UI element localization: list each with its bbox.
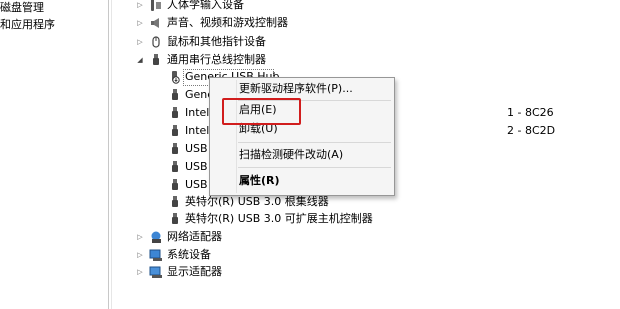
usb-plug-icon: [153, 54, 159, 65]
nav-item-disk-management[interactable]: 磁盘管理: [0, 0, 44, 16]
system-device-icon: [149, 249, 162, 261]
usb-plug-icon: [172, 196, 178, 207]
network-adapter-icon: [151, 231, 161, 243]
tree-label-suffix: 2 - 8C2D: [507, 124, 556, 137]
usb-plug-icon: [172, 213, 178, 224]
tree-label-usb-device: USB: [185, 178, 208, 191]
nav-item-apps[interactable]: 和应用程序: [0, 17, 55, 33]
tree-label-usb-device: USB: [185, 160, 208, 173]
context-menu: 更新驱动程序软件(P)... 启用(E) 卸载(U) 扫描检测硬件改动(A) 属…: [209, 77, 395, 196]
left-nav-pane: 磁盘管理 和应用程序: [0, 0, 108, 309]
usb-plug-icon: [172, 179, 178, 190]
keyboard-icon: [151, 0, 161, 11]
menu-separator: [238, 142, 391, 143]
disabled-usb-hub-icon: [172, 71, 180, 84]
expand-arrow-icon[interactable]: ▷: [136, 268, 144, 276]
usb-plug-icon: [172, 89, 178, 100]
expand-arrow-icon[interactable]: ▷: [136, 251, 144, 259]
usb-plug-icon: [172, 143, 178, 154]
tree-label-network: 网络适配器: [167, 230, 222, 243]
menu-item-update-driver[interactable]: 更新驱动程序软件(P)...: [239, 80, 353, 98]
usb-plug-icon: [172, 107, 178, 118]
usb-plug-icon: [172, 161, 178, 172]
tree-label-usb: 通用串行总线控制器: [167, 53, 266, 66]
tree-label-mouse: 鼠标和其他指针设备: [167, 35, 266, 48]
usb-plug-icon: [172, 125, 178, 136]
menu-item-properties[interactable]: 属性(R): [239, 172, 280, 190]
pane-divider[interactable]: [108, 0, 109, 309]
expand-arrow-icon[interactable]: ▷: [136, 38, 144, 46]
tree-label-usb-device: USB: [185, 142, 208, 155]
expand-arrow-icon[interactable]: ▷: [136, 1, 144, 9]
tree-label-usb-device: 英特尔(R) USB 3.0 可扩展主机控制器: [185, 212, 373, 225]
speaker-icon: [151, 18, 159, 28]
display-adapter-icon: [149, 266, 162, 278]
expand-arrow-icon[interactable]: ▷: [136, 233, 144, 241]
tree-label-sound: 声音、视频和游戏控制器: [167, 16, 288, 29]
mouse-icon: [152, 36, 160, 48]
tree-label-display: 显示适配器: [167, 265, 222, 278]
annotation-highlight-box: [222, 98, 301, 125]
tree-label-suffix: 1 - 8C26: [507, 106, 554, 119]
menu-separator: [238, 167, 391, 168]
tree-label-system: 系统设备: [167, 248, 211, 261]
tree-label-usb-device: Intel: [185, 124, 210, 137]
tree-label-hid: 人体学输入设备: [167, 0, 244, 11]
expand-arrow-icon[interactable]: ▷: [136, 19, 144, 27]
tree-label-usb-device: Intel: [185, 106, 210, 119]
collapse-arrow-icon[interactable]: ◢: [136, 56, 144, 64]
menu-gutter: [236, 80, 237, 193]
menu-item-scan-hardware[interactable]: 扫描检测硬件改动(A): [239, 146, 343, 164]
